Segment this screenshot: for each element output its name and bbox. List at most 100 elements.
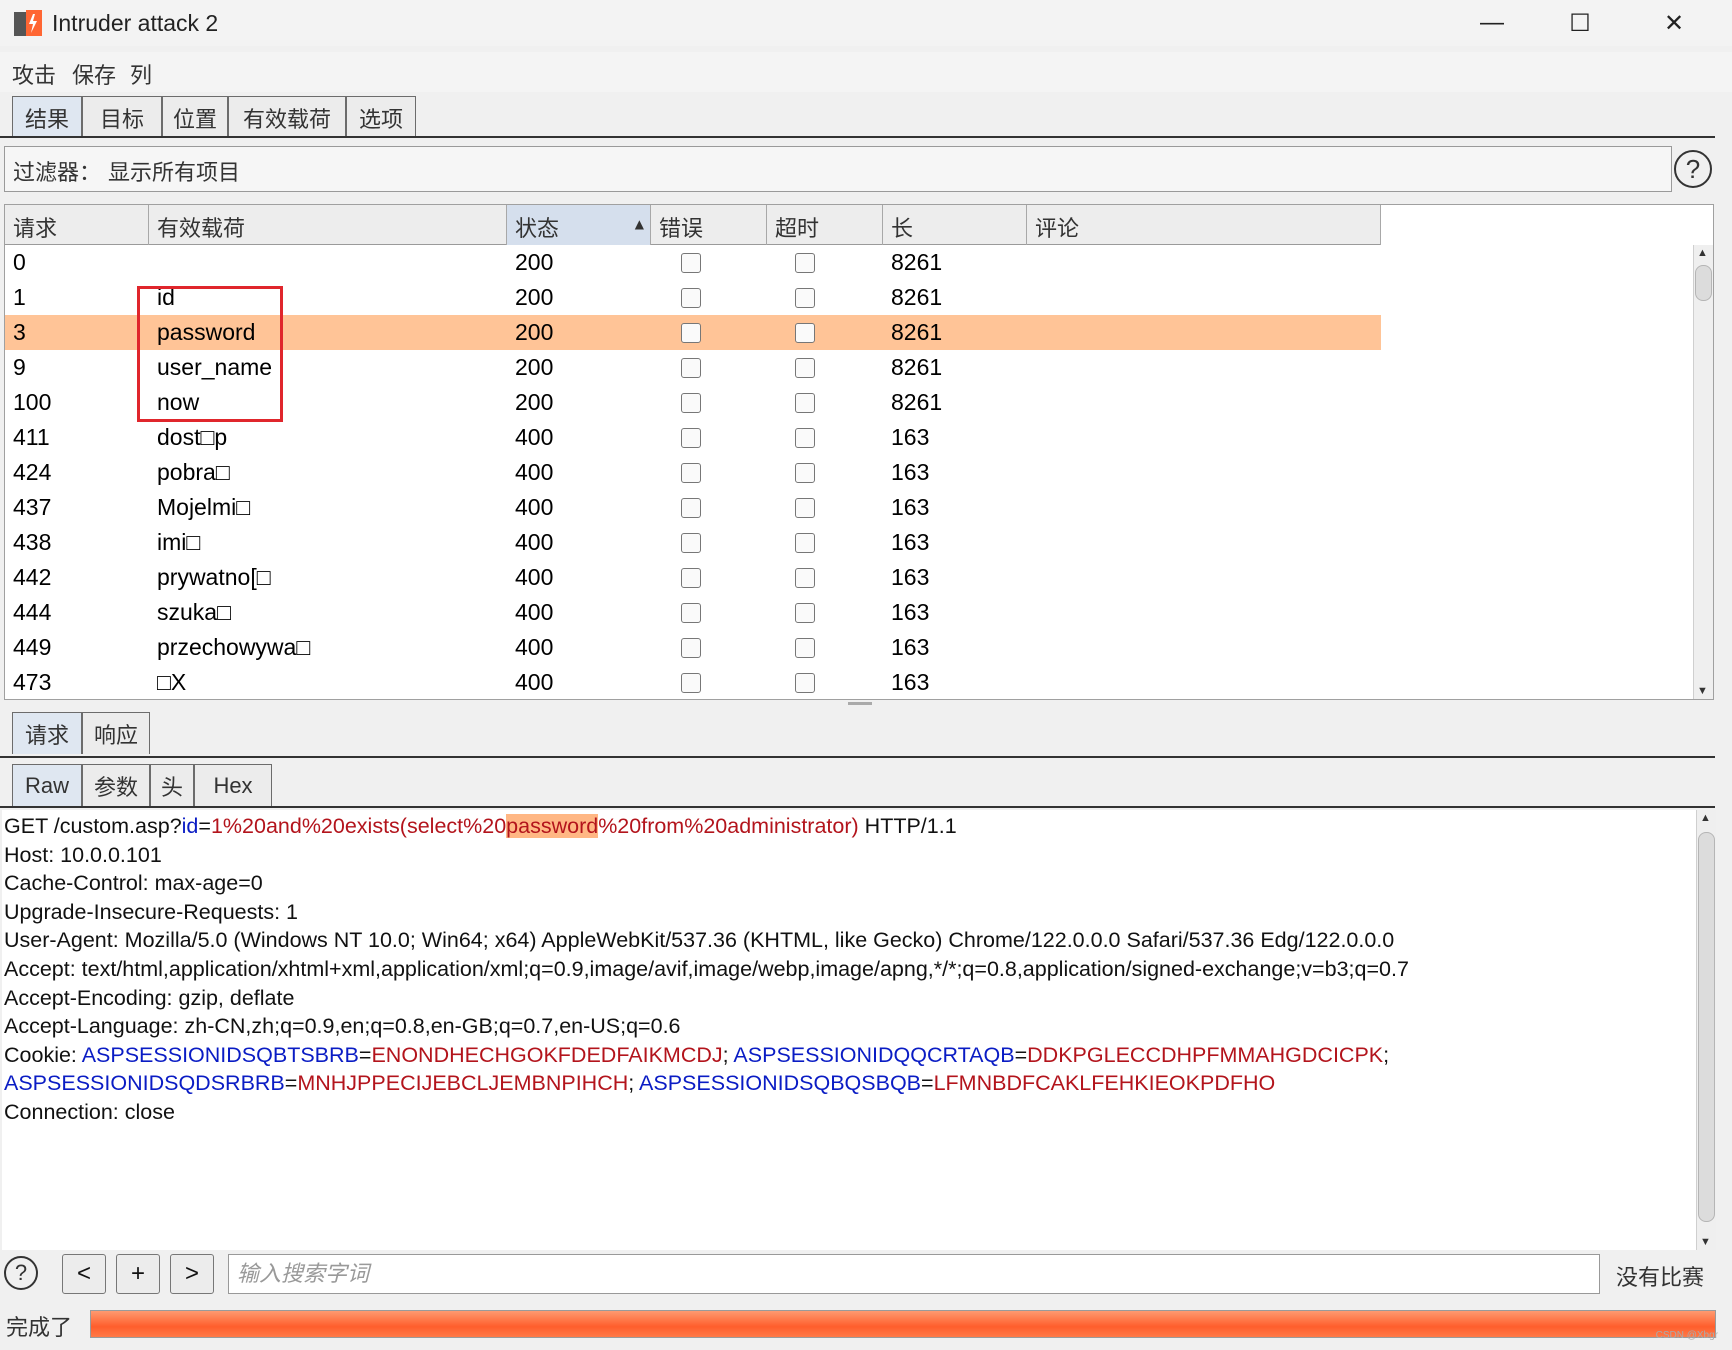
tab-headers[interactable]: 头 bbox=[150, 764, 194, 806]
table-row[interactable]: 437 Mojelmi□ 400 163 bbox=[5, 490, 1381, 525]
table-row[interactable]: 438 imi□ 400 163 bbox=[5, 525, 1381, 560]
table-row[interactable]: 424 pobra□ 400 163 bbox=[5, 455, 1381, 490]
request-line: User-Agent: Mozilla/5.0 (Windows NT 10.0… bbox=[4, 928, 1394, 953]
column-comment[interactable]: 评论 bbox=[1027, 205, 1381, 245]
column-length[interactable]: 长 bbox=[883, 205, 1027, 245]
tab-response[interactable]: 响应 bbox=[82, 712, 150, 754]
menu-attack[interactable]: 攻击 bbox=[12, 58, 56, 90]
request-line: Cache-Control: max-age=0 bbox=[4, 871, 263, 896]
column-error[interactable]: 错误 bbox=[651, 205, 767, 245]
next-match-button[interactable]: > bbox=[170, 1254, 214, 1294]
tab-payloads[interactable]: 有效载荷 bbox=[228, 96, 346, 138]
filter-bar[interactable]: 过滤器： 显示所有项目 bbox=[4, 146, 1672, 192]
cell-payload: user_name bbox=[157, 354, 273, 380]
tab-hex[interactable]: Hex bbox=[194, 764, 272, 806]
column-status[interactable]: 状态 ▲ bbox=[507, 205, 651, 245]
request-line: GET /custom.asp?id=1%20and%20exists(sele… bbox=[4, 814, 957, 839]
cell-request: 424 bbox=[13, 459, 52, 485]
cell-request: 411 bbox=[13, 424, 50, 450]
request-token: Upgrade-Insecure-Requests: 1 bbox=[4, 899, 298, 924]
table-row[interactable]: 3 password 200 8261 bbox=[5, 315, 1381, 350]
cell-payload: pobra□ bbox=[157, 459, 230, 485]
table-row[interactable]: 1 id 200 8261 bbox=[5, 280, 1381, 315]
table-row[interactable]: 449 przechowywa□ 400 163 bbox=[5, 630, 1381, 665]
close-button[interactable]: ✕ bbox=[1634, 0, 1714, 46]
help-icon[interactable]: ? bbox=[1674, 150, 1712, 188]
tab-raw[interactable]: Raw bbox=[12, 764, 82, 806]
request-token: = bbox=[358, 1042, 372, 1067]
cell-length: 8261 bbox=[891, 249, 943, 275]
scroll-up-icon[interactable]: ▲ bbox=[1697, 247, 1708, 259]
editor-scroll-down-icon[interactable]: ▼ bbox=[1700, 1236, 1711, 1248]
cell-request: 442 bbox=[13, 564, 52, 590]
editor-scrollbar[interactable]: ▲ ▼ bbox=[1696, 810, 1716, 1250]
maximize-button[interactable]: ☐ bbox=[1540, 0, 1620, 46]
checkbox-timeout bbox=[795, 253, 815, 273]
table-scroll-thumb[interactable] bbox=[1695, 265, 1712, 301]
tab-request[interactable]: 请求 bbox=[12, 712, 82, 754]
editor-scroll-thumb[interactable] bbox=[1698, 832, 1715, 1222]
menu-save[interactable]: 保存 bbox=[72, 58, 116, 90]
cell-request: 0 bbox=[13, 249, 26, 275]
request-token: ; bbox=[722, 1042, 734, 1067]
column-request[interactable]: 请求 bbox=[5, 205, 149, 245]
request-token: HTTP/1.1 bbox=[858, 814, 957, 838]
cell-length: 163 bbox=[891, 599, 930, 625]
search-input[interactable] bbox=[229, 1255, 1599, 1293]
table-row[interactable]: 9 user_name 200 8261 bbox=[5, 350, 1381, 385]
request-token: Connection: close bbox=[4, 1100, 175, 1124]
table-row[interactable]: 100 now 200 8261 bbox=[5, 385, 1381, 420]
table-row[interactable]: 411 dost□p 400 163 bbox=[5, 420, 1381, 455]
table-row[interactable]: 442 prywatno[□ 400 163 bbox=[5, 560, 1381, 595]
tab-options[interactable]: 选项 bbox=[346, 96, 416, 138]
minimize-button[interactable]: — bbox=[1452, 0, 1532, 46]
checkbox-error bbox=[681, 603, 701, 623]
tab-params[interactable]: 参数 bbox=[82, 764, 150, 806]
menu-columns[interactable]: 列 bbox=[130, 58, 152, 90]
request-line: Upgrade-Insecure-Requests: 1 bbox=[4, 900, 298, 925]
request-token: ASPSESSIONIDQQCRTAQB bbox=[733, 1042, 1015, 1067]
add-button[interactable]: + bbox=[116, 1254, 160, 1294]
cell-length: 163 bbox=[891, 529, 930, 555]
request-token: ENONDHECHGOKFDEDFAIKMCDJ bbox=[371, 1042, 723, 1067]
scroll-down-icon[interactable]: ▼ bbox=[1697, 685, 1708, 697]
editor-scroll-up-icon[interactable]: ▲ bbox=[1700, 812, 1711, 824]
tab-results[interactable]: 结果 bbox=[12, 96, 82, 138]
cell-payload: id bbox=[157, 284, 175, 310]
table-scrollbar[interactable]: ▲ ▼ bbox=[1693, 245, 1713, 699]
request-editor[interactable]: GET /custom.asp?id=1%20and%20exists(sele… bbox=[2, 810, 1696, 1250]
prev-match-button[interactable]: < bbox=[62, 1254, 106, 1294]
table-row[interactable]: 444 szuka□ 400 163 bbox=[5, 595, 1381, 630]
pane-splitter[interactable] bbox=[848, 702, 872, 705]
cell-length: 163 bbox=[891, 494, 930, 520]
cell-status: 200 bbox=[515, 389, 554, 415]
column-timeout[interactable]: 超时 bbox=[767, 205, 883, 245]
menu-bar: 攻击 保存 列 bbox=[0, 52, 1732, 92]
search-help-icon[interactable]: ? bbox=[4, 1256, 38, 1290]
burp-app-icon bbox=[14, 10, 42, 36]
intruder-window: Intruder attack 2 — ☐ ✕ 攻击 保存 列 结果 目标 位置… bbox=[0, 0, 1732, 1350]
cell-payload: □X bbox=[157, 669, 187, 695]
request-token: User-Agent: Mozilla/5.0 (Windows NT 10.0… bbox=[4, 928, 1395, 953]
cell-request: 444 bbox=[13, 599, 52, 625]
checkbox-error bbox=[681, 533, 701, 553]
cell-status: 200 bbox=[515, 249, 554, 275]
cell-payload: password bbox=[157, 319, 256, 345]
cell-length: 8261 bbox=[891, 354, 943, 380]
checkbox-timeout bbox=[795, 323, 815, 343]
table-row[interactable]: 473 □X 400 163 bbox=[5, 665, 1381, 699]
watermark: CSDN @Xbgr bbox=[1655, 1330, 1718, 1341]
checkbox-timeout bbox=[795, 603, 815, 623]
tab-target[interactable]: 目标 bbox=[82, 96, 162, 138]
table-row[interactable]: 0 200 8261 bbox=[5, 245, 1381, 280]
cell-request: 449 bbox=[13, 634, 52, 660]
request-token: %20from%20administrator) bbox=[598, 814, 859, 838]
column-payload[interactable]: 有效载荷 bbox=[149, 205, 507, 245]
checkbox-error bbox=[681, 253, 701, 273]
tab-positions[interactable]: 位置 bbox=[162, 96, 228, 138]
cell-payload: now bbox=[157, 389, 200, 415]
search-box[interactable] bbox=[228, 1254, 1600, 1294]
request-token: = bbox=[921, 1071, 934, 1096]
cell-length: 8261 bbox=[891, 284, 943, 310]
request-token: Cookie: bbox=[4, 1042, 82, 1067]
